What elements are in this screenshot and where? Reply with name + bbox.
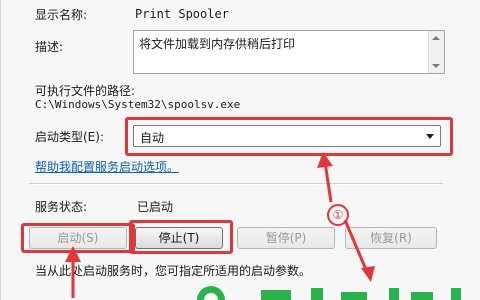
service-properties-panel: 显示名称: Print Spooler 描述: 将文件加载到内存供稍后打印 可执… — [0, 0, 480, 300]
arrowhead-to-select — [317, 152, 333, 168]
arrow-to-select — [323, 161, 333, 203]
arrow-to-bottom — [343, 219, 369, 273]
arrowhead-to-bottom — [361, 266, 375, 282]
arrowhead-to-start — [65, 246, 81, 262]
annotation-arrows — [65, 152, 375, 298]
watermark-logo — [197, 286, 461, 300]
